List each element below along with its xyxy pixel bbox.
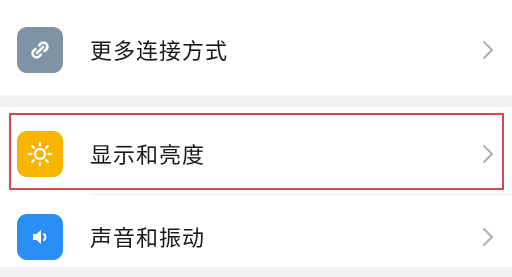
link-icon xyxy=(17,27,63,73)
chevron-right-icon xyxy=(479,39,497,61)
row-divider xyxy=(90,194,512,195)
speaker-icon xyxy=(17,214,63,260)
chevron-right-icon xyxy=(479,226,497,248)
settings-item-sound-vibration[interactable]: 声音和振动 xyxy=(0,197,512,277)
settings-item-more-connections[interactable]: 更多连接方式 xyxy=(0,10,512,90)
highlight-box xyxy=(9,113,504,190)
settings-item-label: 更多连接方式 xyxy=(90,40,229,65)
settings-item-label: 声音和振动 xyxy=(90,227,206,252)
